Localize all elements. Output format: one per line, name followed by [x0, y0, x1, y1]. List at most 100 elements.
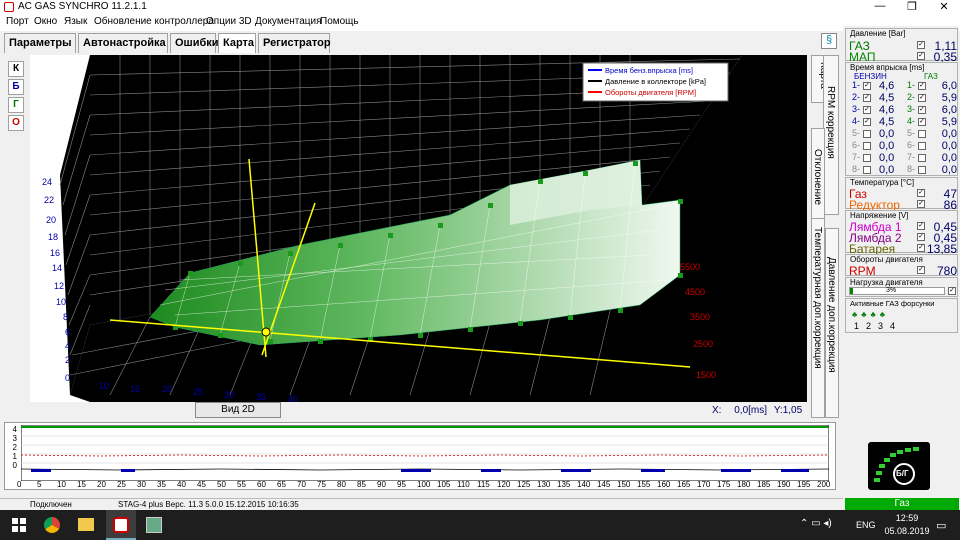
timeline-tick: 40	[177, 480, 186, 489]
sensor-panel: Давление [Bar] ГАЗ ✓ 1,11 МАП ✓ 0,35 Время в…	[843, 26, 959, 510]
tab-errors[interactable]: Ошибки	[170, 33, 219, 53]
notification-icon[interactable]: ▭	[936, 519, 946, 532]
tray-icons[interactable]: ⌃ ▭ ◂)	[800, 518, 832, 529]
vtab-temp-correction[interactable]: Температурная доп.коррекция	[811, 218, 825, 418]
temp-reducer-checkbox[interactable]: ✓	[917, 200, 925, 208]
injection-title: Время впрыска [ms]	[850, 63, 925, 72]
ac-gas-app-icon[interactable]	[106, 510, 136, 540]
benzin-cyl-checkbox[interactable]	[863, 154, 871, 162]
menu-port[interactable]: Порт	[6, 16, 29, 27]
gas-cyl-checkbox[interactable]	[918, 166, 926, 174]
close-icon[interactable]: ✕	[934, 0, 954, 13]
clock-time[interactable]: 12:59	[890, 513, 924, 523]
timeline-tick: 185	[757, 480, 771, 489]
timeline-panel[interactable]: 4 3 2 1 0 0 5 10 15 20 25 30 35 40 45 50 55 60 65 70 75…	[4, 422, 836, 490]
benzin-cyl-label: 2-	[852, 92, 861, 102]
gas-cyl-label: 7-	[907, 152, 916, 162]
timeline-tick: 65	[277, 480, 286, 489]
menu-window[interactable]: Окно	[34, 16, 57, 27]
view-button-g[interactable]: Г	[8, 97, 24, 113]
gas-cyl-checkbox[interactable]	[918, 142, 926, 150]
gas-cyl-checkbox[interactable]: ✓	[918, 82, 926, 90]
timeline-tick: 25	[117, 480, 126, 489]
injector-label: 1	[854, 321, 860, 331]
view-2d-button[interactable]: Вид 2D	[195, 402, 281, 418]
pressure-gas-checkbox[interactable]: ✓	[917, 41, 925, 49]
gas-cyl-checkbox[interactable]	[918, 154, 926, 162]
load-bar: 3%	[849, 287, 945, 295]
tab-autotune[interactable]: Автонастройка	[78, 33, 168, 53]
menu-language[interactable]: Язык	[64, 16, 87, 27]
view-button-b[interactable]: Б	[8, 79, 24, 95]
toolbar-icon[interactable]: §	[821, 33, 837, 49]
menu-firmware-update[interactable]: Обновление контроллера	[94, 16, 214, 27]
benzin-cyl-checkbox[interactable]	[863, 130, 871, 138]
menu-help[interactable]: Помощь	[320, 16, 359, 27]
rpm-tick: 4500	[685, 287, 705, 297]
rpm-checkbox[interactable]: ✓	[917, 266, 925, 274]
clock-date[interactable]: 05.08.2019	[880, 526, 934, 536]
x-tick: 15	[130, 384, 140, 394]
gas-cyl-checkbox[interactable]: ✓	[918, 106, 926, 114]
minimize-icon[interactable]: —	[870, 0, 890, 12]
y-tick: 12	[54, 281, 64, 291]
gas-cyl-checkbox[interactable]: ✓	[918, 118, 926, 126]
timeline-tick: 10	[57, 480, 66, 489]
pressure-map-checkbox[interactable]: ✓	[917, 52, 925, 60]
injection-row: 1- ✓ 4,6 1- ✓ 6,0	[849, 80, 957, 92]
timeline-tick: 100	[417, 480, 431, 489]
rpm-value: 780	[936, 264, 957, 278]
injectors-group: Активные ГАЗ форсунки ♣ ♣ ♣ ♣ 1234	[845, 298, 958, 333]
restore-icon[interactable]: ❐	[902, 0, 922, 13]
fuel-switch-button[interactable]: Б/Г	[868, 442, 930, 490]
view-button-o[interactable]: О	[8, 115, 24, 131]
vtab-pressure-correction[interactable]: Давление доп.коррекция	[825, 228, 839, 418]
timeline-tick: 160	[657, 480, 671, 489]
app-icon-secondary[interactable]	[146, 517, 162, 533]
battery-checkbox[interactable]: ✓	[917, 244, 925, 252]
tab-map[interactable]: Карта	[218, 33, 256, 53]
file-explorer-icon[interactable]	[78, 518, 94, 531]
tab-recorder[interactable]: Регистратор	[258, 33, 331, 53]
benzin-cyl-checkbox[interactable]: ✓	[863, 82, 871, 90]
windows-start-icon[interactable]	[12, 518, 26, 532]
language-indicator[interactable]: ENG	[856, 520, 876, 530]
timeline-y-tick: 1	[12, 452, 17, 461]
load-checkbox[interactable]: ✓	[948, 287, 956, 295]
rpm-tick: 3500	[690, 312, 710, 322]
timeline-tick: 150	[617, 480, 631, 489]
gas-cyl-value: 6,0	[941, 104, 957, 116]
view-button-k[interactable]: К	[8, 61, 24, 77]
benzin-cyl-checkbox[interactable]	[863, 166, 871, 174]
lambda2-checkbox[interactable]: ✓	[917, 233, 925, 241]
timeline-tick: 75	[317, 480, 326, 489]
chrome-icon[interactable]	[44, 517, 60, 533]
benzin-cyl-checkbox[interactable]: ✓	[863, 94, 871, 102]
timeline-tick: 195	[797, 480, 811, 489]
timeline-tick: 155	[637, 480, 651, 489]
gas-cyl-checkbox[interactable]: ✓	[918, 94, 926, 102]
x-tick: 40	[288, 394, 298, 402]
menu-documentation[interactable]: Документация	[255, 16, 322, 27]
vtab-deviation[interactable]: Отклонение	[811, 128, 825, 228]
lambda1-checkbox[interactable]: ✓	[917, 222, 925, 230]
pressure-title: Давление [Bar]	[850, 29, 906, 38]
timeline-tick: 130	[537, 480, 551, 489]
voltage-title: Напряжение [V]	[850, 211, 909, 220]
vtab-rpm-correction[interactable]: RPM коррекция	[823, 55, 839, 215]
map-3d-view[interactable]: Время бенз.впрыска [ms] Давление в колле…	[30, 55, 807, 402]
benzin-cyl-checkbox[interactable]	[863, 142, 871, 150]
x-tick: 10	[99, 381, 109, 391]
gas-cyl-checkbox[interactable]	[918, 130, 926, 138]
benzin-cyl-checkbox[interactable]: ✓	[863, 106, 871, 114]
y-tick: 8	[63, 312, 68, 322]
x-tick: 30	[224, 390, 234, 400]
menu-3d-options[interactable]: Опции 3D	[206, 16, 252, 27]
temp-gas-checkbox[interactable]: ✓	[917, 189, 925, 197]
timeline-tick: 55	[237, 480, 246, 489]
timeline-tick: 190	[777, 480, 791, 489]
benzin-cyl-label: 4-	[852, 116, 861, 126]
benzin-cyl-checkbox[interactable]: ✓	[863, 118, 871, 126]
pressure-group: Давление [Bar] ГАЗ ✓ 1,11 МАП ✓ 0,35	[845, 28, 958, 64]
tab-parameters[interactable]: Параметры	[4, 33, 76, 53]
